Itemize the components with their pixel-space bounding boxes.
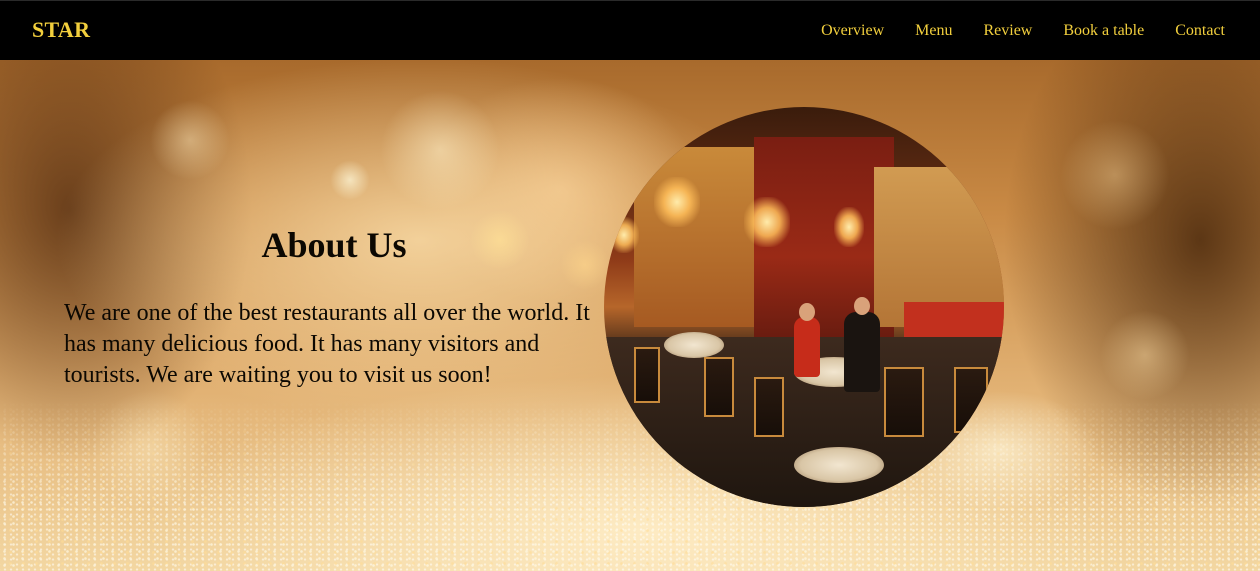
nav-link-book-a-table[interactable]: Book a table bbox=[1063, 22, 1144, 40]
nav-link-menu[interactable]: Menu bbox=[915, 22, 952, 40]
nav-link-contact[interactable]: Contact bbox=[1175, 22, 1225, 40]
nav-link-overview[interactable]: Overview bbox=[821, 22, 884, 40]
page: STAR Overview Menu Review Book a table C… bbox=[0, 0, 1260, 571]
navbar: STAR Overview Menu Review Book a table C… bbox=[0, 0, 1260, 60]
restaurant-photo bbox=[604, 107, 1004, 507]
brand-logo[interactable]: STAR bbox=[32, 17, 90, 43]
nav-link-review[interactable]: Review bbox=[983, 22, 1032, 40]
nav-links: Overview Menu Review Book a table Contac… bbox=[821, 22, 1225, 40]
about-description: We are one of the best restaurants all o… bbox=[64, 300, 590, 388]
about-section: About Us We are one of the best restaura… bbox=[0, 60, 1260, 571]
about-title: About Us bbox=[261, 225, 407, 265]
